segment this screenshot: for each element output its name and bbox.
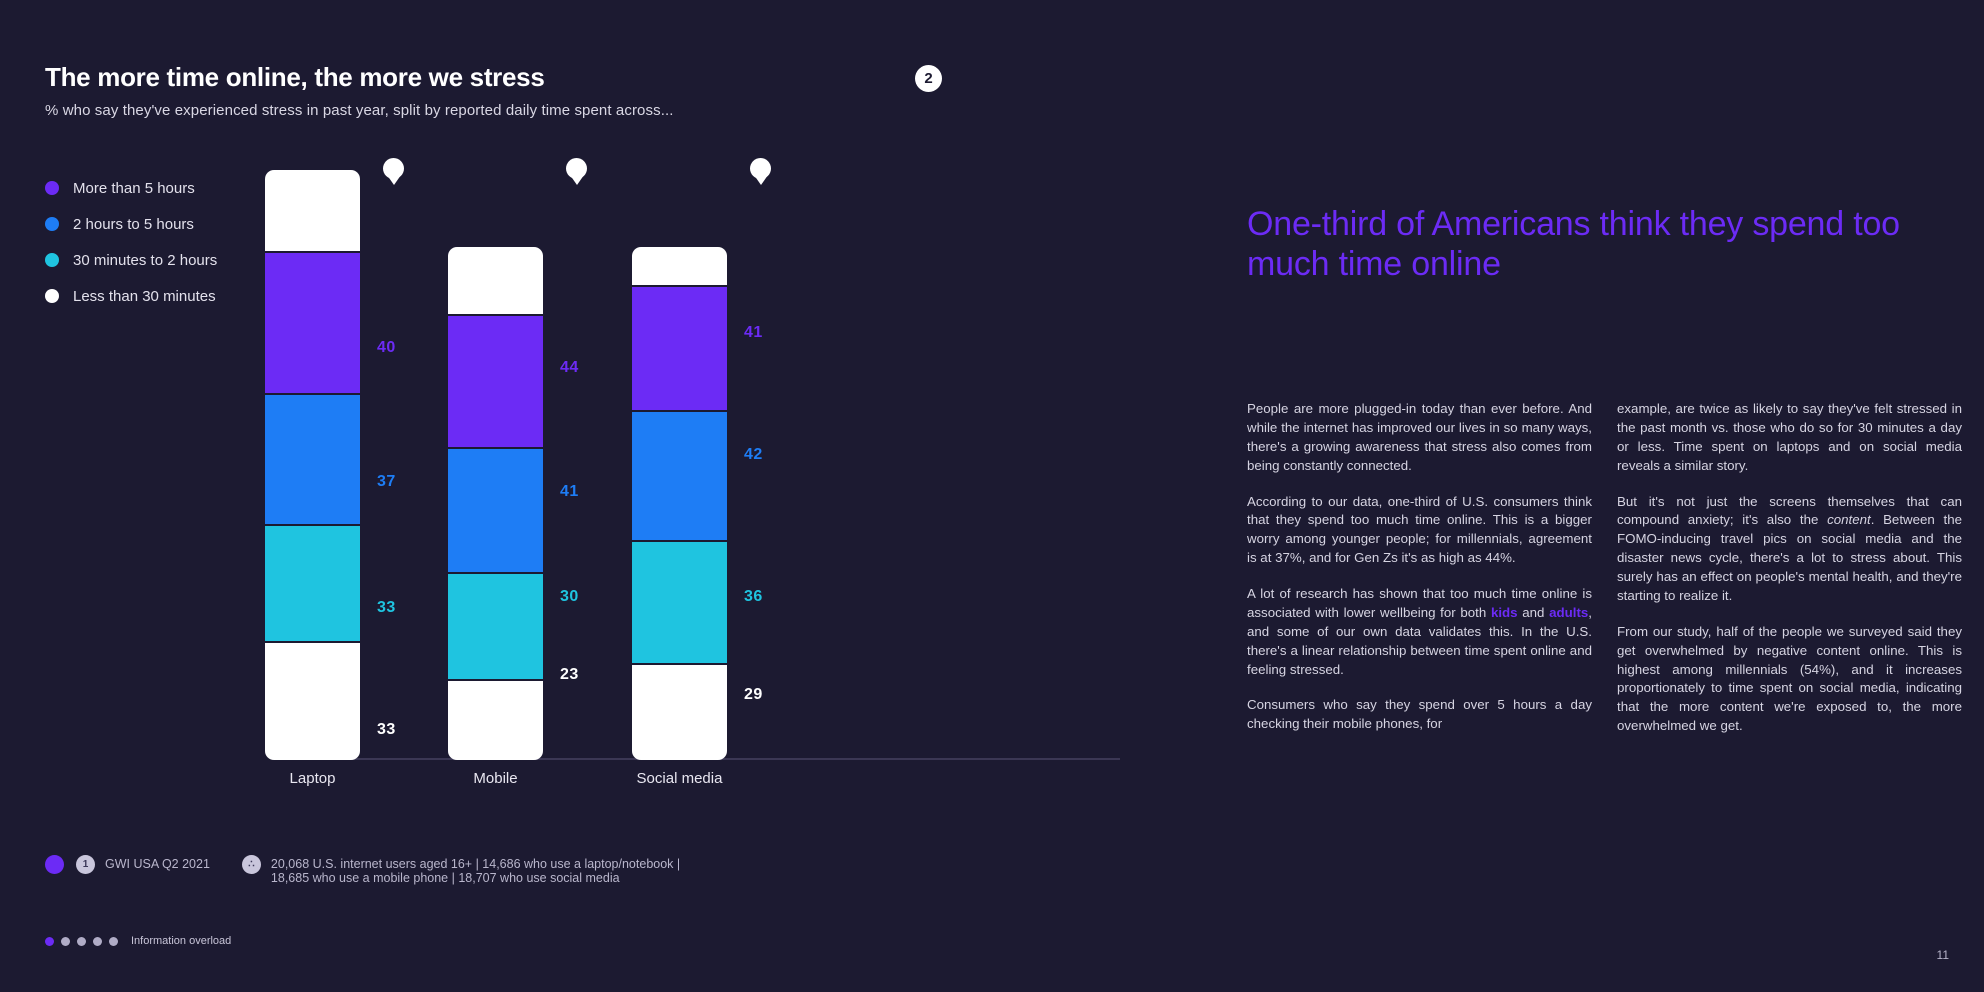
pager-dot-4[interactable] [93, 936, 102, 946]
paragraph-text: and [1517, 604, 1550, 620]
bar-stack[interactable] [632, 170, 727, 760]
bar-segment-less-than-30-minutes[interactable] [448, 681, 543, 760]
bar-segment-less-than-30-min-top[interactable] [632, 247, 727, 287]
legend-item-label: Less than 30 minutes [73, 287, 216, 305]
bar-segment-30min-to-2-hours[interactable] [265, 525, 360, 643]
bar-segment-30min-to-2-hours[interactable] [448, 574, 543, 681]
bar-category-label: Social media [636, 770, 723, 787]
legend-color-dot [45, 289, 59, 303]
source-base-text: 20,068 U.S. internet users aged 16+ | 14… [271, 857, 680, 886]
pager-dot-2[interactable] [61, 936, 70, 946]
bar-segment-more-than-5-hours[interactable] [265, 253, 360, 395]
article-column-left: People are more plugged-in today than ev… [1247, 400, 1592, 736]
paragraph: But it's not just the screens themselves… [1617, 493, 1962, 606]
legend-item[interactable]: Less than 30 minutes [45, 278, 217, 314]
pin-marker-icon [566, 158, 587, 185]
bar-group-laptop: 40 37 33 33 Laptop [265, 158, 449, 790]
bar-segment-less-than-30-min-top[interactable] [448, 247, 543, 316]
legend-item[interactable]: More than 5 hours [45, 170, 217, 206]
pin-marker-icon [383, 158, 404, 185]
bar-segment-2-to-5-hours[interactable] [632, 412, 727, 542]
article-column-right: example, are twice as likely to say they… [1617, 400, 1962, 736]
legend-item[interactable]: 2 hours to 5 hours [45, 206, 217, 242]
page-subtitle: % who say they've experienced stress in … [45, 102, 674, 119]
step-badge: 2 [915, 65, 942, 92]
page-number: 11 [1936, 948, 1949, 962]
bar-segment-less-than-30-min-top[interactable] [265, 169, 360, 254]
stacked-bar-chart: 40 37 33 33 Laptop 44 41 30 23 Mobile 41… [265, 158, 1180, 787]
bar-category-label: Laptop [289, 770, 336, 787]
page-title: The more time online, the more we stress [45, 62, 545, 92]
legend-color-dot [45, 181, 59, 195]
pager-dot-3[interactable] [77, 936, 86, 946]
bar-segment-less-than-30-minutes[interactable] [265, 642, 360, 760]
source-base-line-1: 20,068 U.S. internet users aged 16+ | 14… [270, 857, 681, 871]
paragraph: From our study, half of the people we su… [1617, 623, 1962, 734]
bar-value-less-than-30-minutes: 23 [560, 666, 579, 683]
bar-segment-2-to-5-hours[interactable] [265, 394, 360, 526]
bar-value-30min-to-2-hours: 36 [744, 588, 763, 605]
bar-stack[interactable] [448, 170, 543, 760]
bar-value-30min-to-2-hours: 30 [560, 588, 579, 605]
legend-item[interactable]: 30 minutes to 2 hours [45, 242, 217, 278]
bar-segment-more-than-5-hours[interactable] [448, 316, 543, 449]
bar-segment-more-than-5-hours[interactable] [632, 287, 727, 412]
bar-value-2-to-5-hours: 37 [377, 473, 396, 490]
bar-value-2-to-5-hours: 41 [560, 483, 579, 500]
link-adults[interactable]: adults [1549, 605, 1588, 620]
link-kids[interactable]: kids [1491, 605, 1518, 620]
legend-color-dot [45, 253, 59, 267]
pager-dot-1[interactable] [45, 936, 54, 946]
bar-value-more-than-5-hours: 44 [560, 359, 579, 376]
bar-value-less-than-30-minutes: 33 [377, 721, 396, 738]
article-headline: One-third of Americans think they spend … [1247, 205, 1900, 283]
bar-value-more-than-5-hours: 40 [377, 339, 396, 356]
pin-marker-icon [750, 158, 771, 185]
legend-item-label: More than 5 hours [73, 179, 195, 197]
bar-value-less-than-30-minutes: 29 [744, 686, 763, 703]
article-columns: People are more plugged-in today than ev… [1247, 400, 1962, 736]
paragraph: example, are twice as likely to say they… [1617, 401, 1962, 473]
article-panel: One-third of Americans think they spend … [1230, 0, 1984, 992]
bar-group-mobile: 44 41 30 23 Mobile [448, 158, 632, 790]
chart-panel: The more time online, the more we stress… [0, 0, 1230, 992]
bar-category-label: Mobile [473, 770, 518, 787]
legend-item-label: 2 hours to 5 hours [73, 215, 194, 233]
bar-value-more-than-5-hours: 41 [744, 324, 763, 341]
bar-value-2-to-5-hours: 42 [744, 446, 763, 463]
bar-stack[interactable] [265, 169, 360, 760]
section-pager: Information overload [45, 935, 231, 947]
source-number-icon: 1 [76, 855, 95, 874]
slide-page: The more time online, the more we stress… [0, 0, 1984, 992]
bar-value-30min-to-2-hours: 33 [377, 599, 396, 616]
bar-segment-30min-to-2-hours[interactable] [632, 542, 727, 665]
paragraph: Consumers who say they spend over 5 hour… [1247, 697, 1592, 732]
legend-color-dot [45, 217, 59, 231]
emphasis-content: content [1827, 512, 1871, 528]
pager-dot-5[interactable] [109, 936, 118, 946]
chart-legend: More than 5 hours 2 hours to 5 hours 30 … [45, 170, 217, 314]
source-footnote: 1 GWI USA Q2 2021 ∴ 20,068 U.S. internet… [45, 855, 680, 886]
source-survey-label: GWI USA Q2 2021 [105, 857, 210, 871]
bar-segment-2-to-5-hours[interactable] [448, 449, 543, 574]
paragraph: People are more plugged-in today than ev… [1247, 401, 1592, 473]
paragraph: A lot of research has shown that too muc… [1247, 585, 1592, 679]
brand-badge-icon [45, 855, 64, 874]
legend-item-label: 30 minutes to 2 hours [73, 251, 218, 269]
paragraph: According to our data, one-third of U.S.… [1247, 493, 1592, 566]
section-label: Information overload [131, 935, 232, 947]
source-base-line-2: 18,685 who use a mobile phone | 18,707 w… [270, 871, 620, 886]
bar-segment-less-than-30-minutes[interactable] [632, 665, 727, 760]
bar-group-social-media: 41 42 36 29 Social media [632, 158, 816, 790]
base-size-icon: ∴ [241, 855, 261, 874]
